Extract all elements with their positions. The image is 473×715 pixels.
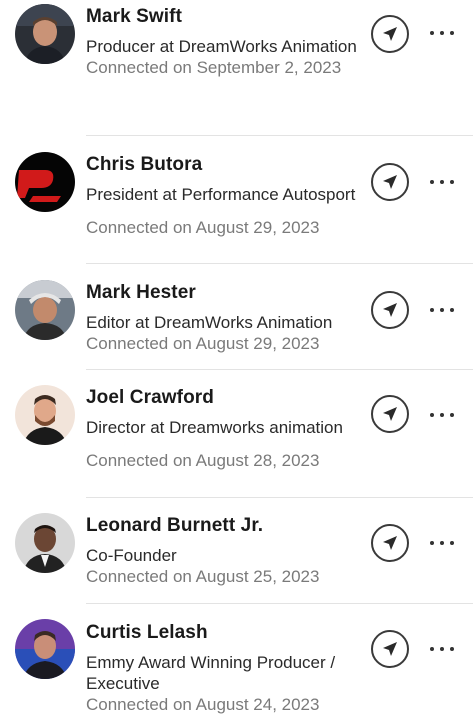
more-dot-icon <box>440 31 444 35</box>
more-dot-icon <box>450 541 454 545</box>
person-photo-icon <box>15 619 75 679</box>
more-dot-icon <box>430 647 434 651</box>
list-item[interactable]: Curtis Lelash Emmy Award Winning Produce… <box>0 604 473 714</box>
connection-headline: Producer at DreamWorks Animation <box>86 37 357 56</box>
more-dot-icon <box>450 180 454 184</box>
connection-info: Mark Swift Producer at DreamWorks Animat… <box>86 5 361 78</box>
avatar[interactable] <box>15 513 75 573</box>
connected-date: Connected on August 24, 2023 <box>86 695 320 714</box>
more-options-button[interactable] <box>430 305 454 315</box>
list-item[interactable]: Mark Swift Producer at DreamWorks Animat… <box>0 0 473 136</box>
more-dot-icon <box>440 180 444 184</box>
more-dot-icon <box>430 31 434 35</box>
more-dot-icon <box>450 308 454 312</box>
send-icon <box>383 175 397 189</box>
send-message-button[interactable] <box>371 291 409 329</box>
connection-name[interactable]: Joel Crawford <box>86 386 361 410</box>
connection-name[interactable]: Mark Swift <box>86 5 361 29</box>
more-dot-icon <box>450 31 454 35</box>
connection-headline: Editor at DreamWorks Animation <box>86 313 333 332</box>
avatar[interactable] <box>15 4 75 64</box>
more-options-button[interactable] <box>430 28 454 38</box>
connection-info: Joel Crawford Director at Dreamworks ani… <box>86 386 361 471</box>
connection-headline: Emmy Award Winning Producer / Executive <box>86 653 336 693</box>
connection-info: Chris Butora President at Performance Au… <box>86 153 361 238</box>
more-options-button[interactable] <box>430 538 454 548</box>
send-icon <box>383 642 397 656</box>
performance-autosport-logo-icon <box>15 152 75 212</box>
more-options-button[interactable] <box>430 177 454 187</box>
connection-name[interactable]: Curtis Lelash <box>86 621 361 645</box>
send-icon <box>383 536 397 550</box>
connection-info: Leonard Burnett Jr. Co-Founder Connected… <box>86 514 361 587</box>
more-options-button[interactable] <box>430 410 454 420</box>
more-dot-icon <box>430 308 434 312</box>
connection-name[interactable]: Mark Hester <box>86 281 361 305</box>
more-dot-icon <box>430 413 434 417</box>
connected-date: Connected on August 29, 2023 <box>86 218 320 237</box>
more-dot-icon <box>450 413 454 417</box>
avatar[interactable] <box>15 152 75 212</box>
more-dot-icon <box>440 541 444 545</box>
person-photo-icon <box>15 513 75 573</box>
connected-date: Connected on August 29, 2023 <box>86 334 320 353</box>
more-dot-icon <box>440 647 444 651</box>
avatar[interactable] <box>15 280 75 340</box>
connected-date: Connected on August 25, 2023 <box>86 567 320 586</box>
list-item[interactable]: Chris Butora President at Performance Au… <box>0 136 473 264</box>
send-message-button[interactable] <box>371 630 409 668</box>
connection-name[interactable]: Chris Butora <box>86 153 361 177</box>
person-photo-icon <box>15 4 75 64</box>
send-icon <box>383 27 397 41</box>
more-dot-icon <box>440 413 444 417</box>
send-message-button[interactable] <box>371 395 409 433</box>
list-item[interactable]: Leonard Burnett Jr. Co-Founder Connected… <box>0 498 473 604</box>
more-dot-icon <box>450 647 454 651</box>
more-options-button[interactable] <box>430 644 454 654</box>
connected-date: Connected on September 2, 2023 <box>86 58 342 77</box>
person-photo-icon <box>15 385 75 445</box>
connection-headline: Director at Dreamworks animation <box>86 418 343 437</box>
connected-date: Connected on August 28, 2023 <box>86 451 320 470</box>
send-message-button[interactable] <box>371 524 409 562</box>
more-dot-icon <box>430 541 434 545</box>
send-message-button[interactable] <box>371 163 409 201</box>
connection-name[interactable]: Leonard Burnett Jr. <box>86 514 361 538</box>
send-icon <box>383 303 397 317</box>
person-photo-icon <box>15 280 75 340</box>
connection-info: Curtis Lelash Emmy Award Winning Produce… <box>86 621 361 715</box>
avatar[interactable] <box>15 619 75 679</box>
list-item[interactable]: Joel Crawford Director at Dreamworks ani… <box>0 370 473 498</box>
connection-headline: Co-Founder <box>86 546 177 565</box>
more-dot-icon <box>440 308 444 312</box>
more-dot-icon <box>430 180 434 184</box>
connection-info: Mark Hester Editor at DreamWorks Animati… <box>86 281 361 354</box>
avatar[interactable] <box>15 385 75 445</box>
send-icon <box>383 407 397 421</box>
send-message-button[interactable] <box>371 15 409 53</box>
connection-headline: President at Performance Autosport <box>86 185 356 204</box>
list-item[interactable]: Mark Hester Editor at DreamWorks Animati… <box>0 264 473 370</box>
